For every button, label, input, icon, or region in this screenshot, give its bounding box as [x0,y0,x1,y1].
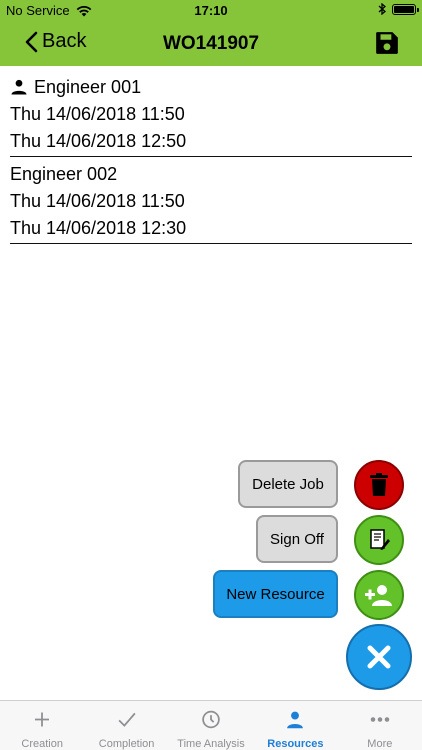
close-icon [367,645,391,669]
list-item[interactable]: Engineer 002 Thu 14/06/2018 11:50 Thu 14… [10,161,412,244]
save-icon[interactable] [374,30,400,56]
tab-label: Time Analysis [177,738,245,750]
start-time: Thu 14/06/2018 11:50 [10,104,185,124]
list-item[interactable]: Engineer 001 Thu 14/06/2018 11:50 Thu 14… [10,74,412,157]
sign-off-button[interactable]: Sign Off [256,515,338,563]
tab-completion[interactable]: Completion [84,701,168,750]
tab-bar: Creation Completion Time Analysis Resour… [0,700,422,750]
sign-off-fab[interactable] [354,515,404,565]
clock-icon [202,710,220,729]
new-resource-fab[interactable] [354,570,404,620]
tab-label: Creation [21,738,63,750]
top-bar: No Service 17:10 Back WO141907 [0,0,422,66]
delete-job-button[interactable]: Delete Job [238,460,338,508]
engineer-name: Engineer 002 [10,164,118,184]
tab-time-analysis[interactable]: Time Analysis [169,701,253,750]
trash-icon [370,473,388,496]
plus-icon [35,712,50,727]
person-icon [287,711,304,729]
new-resource-button[interactable]: New Resource [213,570,338,618]
person-icon [11,79,27,95]
add-person-icon [365,585,392,606]
tab-creation[interactable]: Creation [0,701,84,750]
tab-resources[interactable]: Resources [253,701,337,750]
tab-label: Completion [98,738,155,750]
tab-label: Resources [267,738,324,750]
checkmark-icon [118,712,136,727]
signature-document-icon [370,529,390,550]
status-bar: No Service 17:10 [0,0,422,22]
tab-more[interactable]: More [338,701,422,750]
status-right [378,3,419,15]
nav-bar: Back WO141907 [0,22,422,66]
page-title: WO141907 [162,33,260,54]
resource-list: Engineer 001 Thu 14/06/2018 11:50 Thu 14… [10,74,412,248]
end-time: Thu 14/06/2018 12:50 [10,131,187,151]
more-dots-icon [370,717,390,722]
status-time: 17:10 [194,3,228,18]
bluetooth-icon [378,3,386,15]
end-time: Thu 14/06/2018 12:30 [10,218,187,238]
delete-fab[interactable] [354,460,404,510]
battery-icon [392,3,419,15]
start-time: Thu 14/06/2018 11:50 [10,191,185,211]
close-fab-button[interactable] [346,624,412,690]
engineer-row: Engineer 001 [10,74,412,100]
engineer-name: Engineer 001 [34,77,142,97]
tab-label: More [367,738,393,750]
